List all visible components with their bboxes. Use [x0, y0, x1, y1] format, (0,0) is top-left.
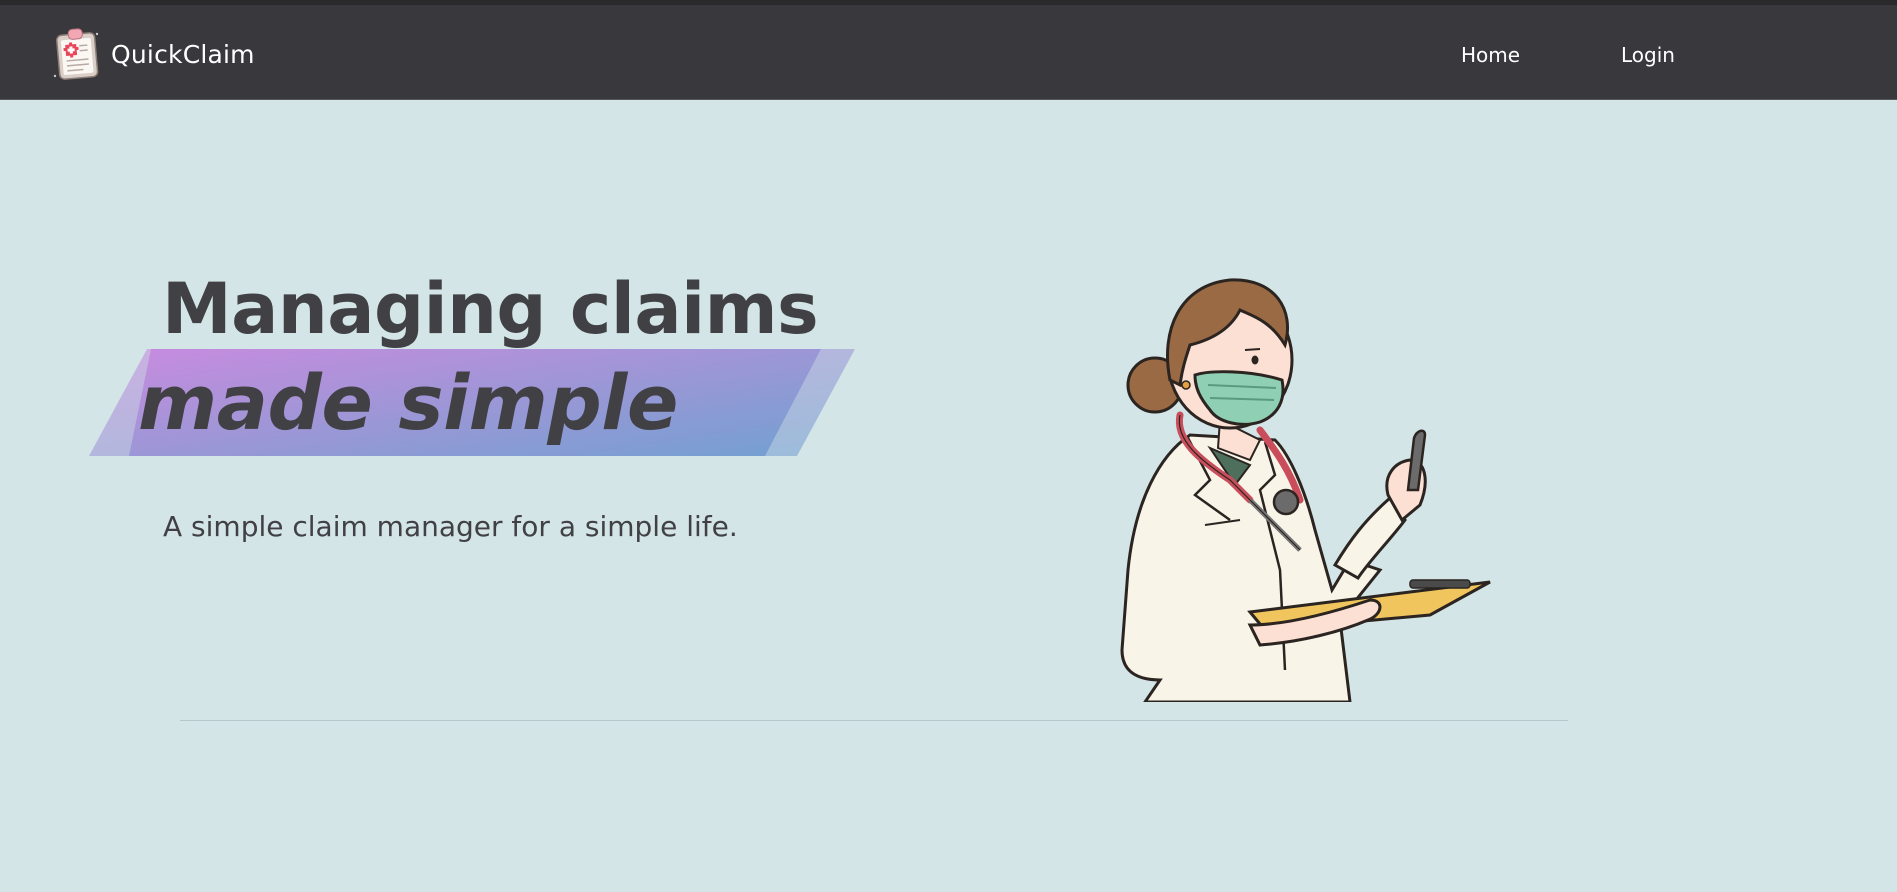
hero-headline-emphasis: made simple: [138, 358, 678, 447]
hero-tagline: A simple claim manager for a simple life…: [163, 510, 738, 543]
section-divider: [180, 720, 1568, 721]
hero-headline: Managing claims: [162, 268, 819, 350]
brand-name: QuickClaim: [111, 39, 255, 69]
top-navbar: QuickClaim Home Login: [0, 0, 1897, 100]
nav-login-link[interactable]: Login: [1621, 43, 1675, 67]
clipboard-medical-icon: [53, 28, 99, 80]
doctor-with-clipboard-illustration: [1120, 278, 1491, 702]
brand-home-link[interactable]: QuickClaim: [52, 26, 255, 82]
nav-home-link[interactable]: Home: [1461, 43, 1520, 67]
